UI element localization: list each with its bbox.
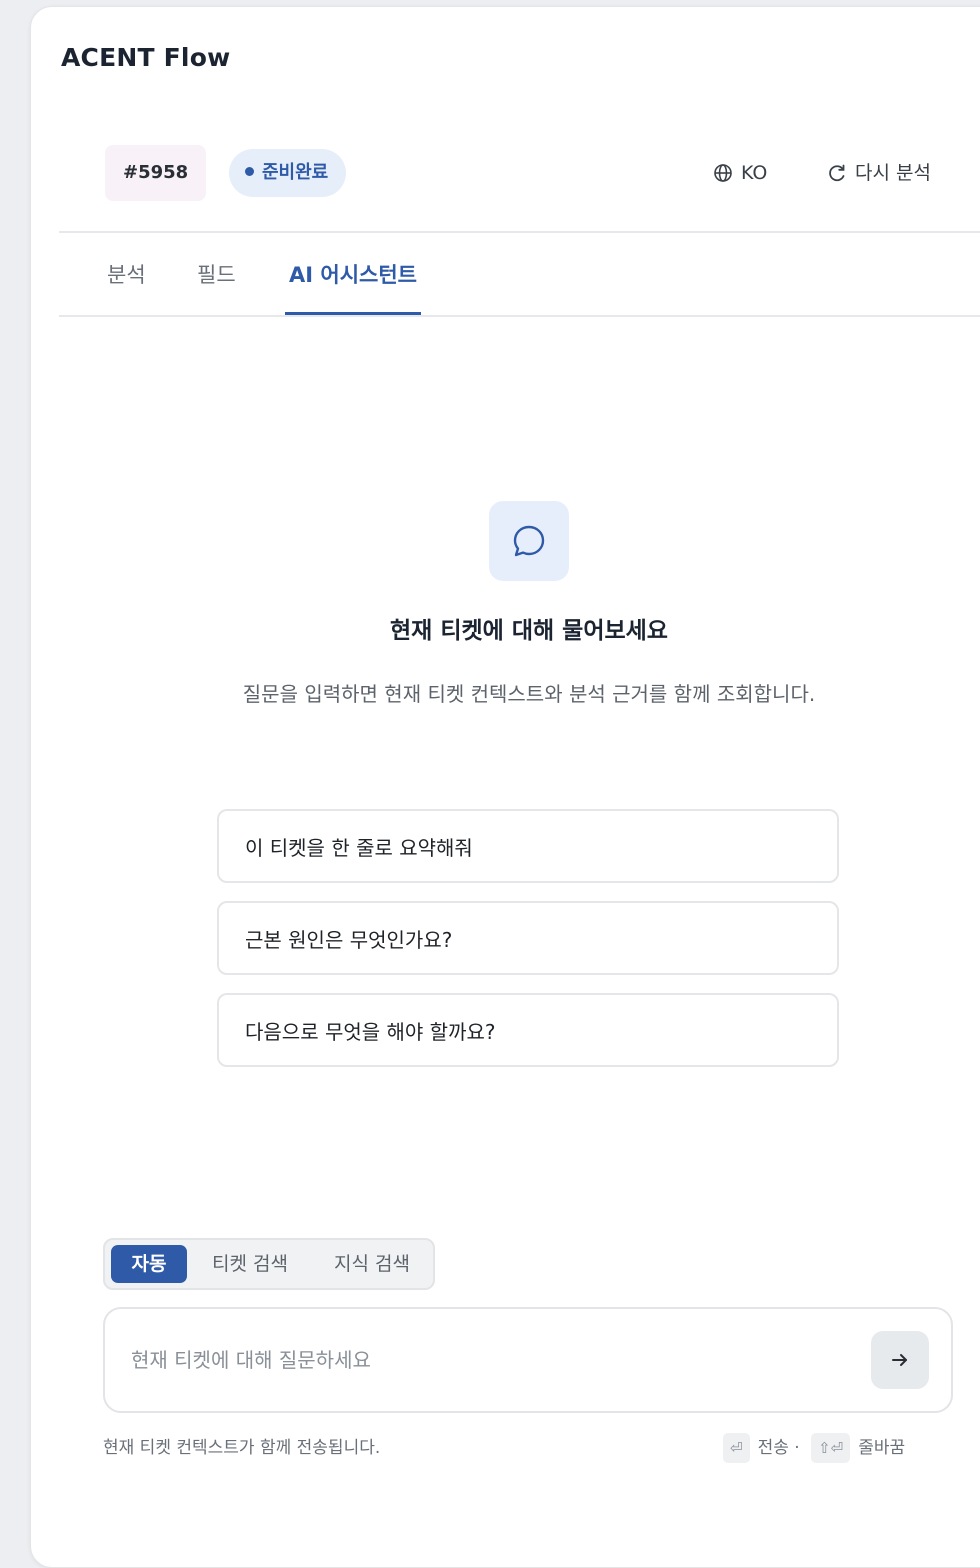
mode-knowledge-search[interactable]: 지식 검색 bbox=[319, 1245, 425, 1283]
status-label: 준비완료 bbox=[262, 162, 329, 183]
language-button[interactable]: KO bbox=[713, 157, 767, 189]
empty-state-description: 질문을 입력하면 현재 티켓 컨텍스트와 분석 근거를 함께 조회합니다. bbox=[242, 682, 816, 706]
tab-fields[interactable]: 필드 bbox=[197, 235, 236, 315]
app-title: ACENT Flow bbox=[61, 43, 231, 72]
arrow-right-icon bbox=[892, 1354, 907, 1366]
tab-bar: 분석 필드 AI 어시스턴트 bbox=[59, 235, 980, 317]
shift-enter-key-icon: ⇧⏎ bbox=[811, 1433, 851, 1463]
refresh-icon bbox=[827, 161, 847, 193]
composer-box bbox=[103, 1307, 953, 1413]
context-note: 현재 티켓 컨텍스트가 함께 전송됩니다. bbox=[103, 1438, 381, 1458]
enter-key-icon: ⏎ bbox=[723, 1433, 750, 1463]
search-mode-toggle: 자동 티켓 검색 지식 검색 bbox=[103, 1238, 435, 1290]
globe-icon bbox=[713, 161, 733, 193]
language-label: KO bbox=[741, 162, 768, 184]
send-hint-label: 전송 · bbox=[757, 1438, 800, 1458]
suggestion-next-step[interactable]: 다음으로 무엇을 해야 할까요? bbox=[217, 993, 839, 1067]
empty-state-title: 현재 티켓에 대해 물어보세요 bbox=[390, 618, 668, 644]
header-divider bbox=[59, 231, 980, 233]
suggestion-summarize[interactable]: 이 티켓을 한 줄로 요약해줘 bbox=[217, 809, 839, 883]
reanalyze-label: 다시 분석 bbox=[855, 162, 931, 184]
ticket-id-badge: #5958 bbox=[105, 145, 207, 201]
tabs-divider bbox=[59, 315, 980, 317]
chat-input[interactable] bbox=[129, 1337, 853, 1383]
status-dot-icon bbox=[245, 167, 254, 176]
reanalyze-button[interactable]: 다시 분석 bbox=[827, 157, 931, 189]
suggestion-root-cause[interactable]: 근본 원인은 무엇인가요? bbox=[217, 901, 839, 975]
shortcut-hints: ⏎ 전송 · ⇧⏎ 줄바꿈 bbox=[723, 1431, 911, 1465]
chat-bubble-icon bbox=[513, 525, 545, 557]
tab-analysis[interactable]: 분석 bbox=[107, 235, 146, 315]
newline-hint-label: 줄바꿈 bbox=[858, 1438, 906, 1458]
tab-ai-assistant[interactable]: AI 어시스턴트 bbox=[285, 235, 421, 315]
assistant-panel: ACENT Flow #5958 준비완료 KO 다시 분석 분석 필드 AI … bbox=[30, 6, 980, 1568]
empty-state-icon-box bbox=[489, 501, 569, 581]
mode-ticket-search[interactable]: 티켓 검색 bbox=[197, 1245, 303, 1283]
mode-auto[interactable]: 자동 bbox=[111, 1245, 187, 1283]
send-button[interactable] bbox=[871, 1331, 929, 1389]
status-badge: 준비완료 bbox=[229, 149, 347, 197]
